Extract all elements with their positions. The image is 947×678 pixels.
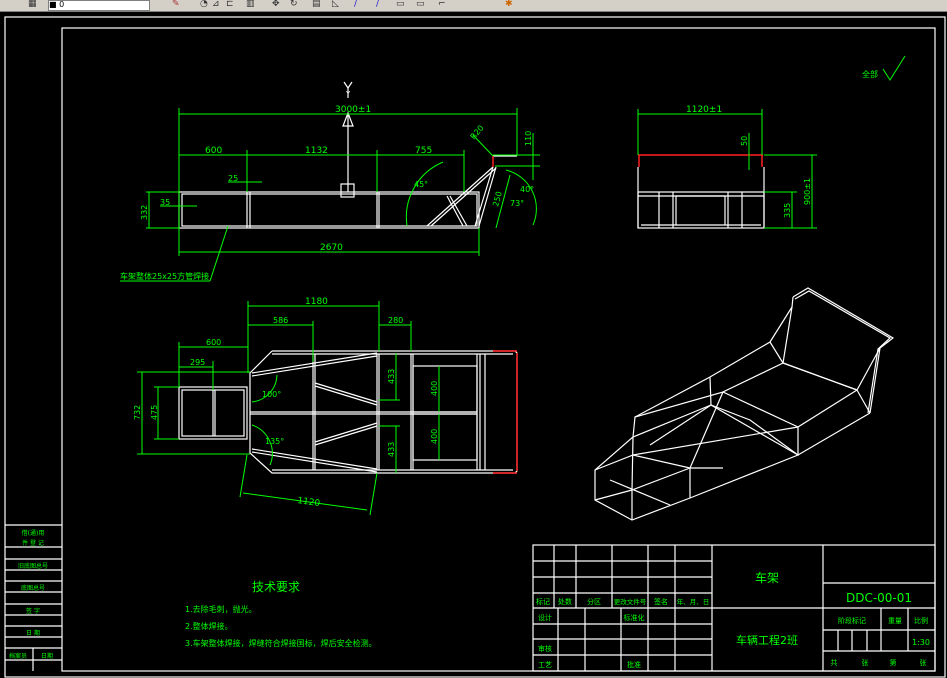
stamp-date: 日 期 (26, 629, 40, 637)
stamp-borrow: 借(通)用 (22, 529, 45, 537)
stamp-register: 件 登 记 (22, 539, 44, 547)
angle-45: 45° (414, 180, 428, 189)
stamp-sign: 签 字 (26, 607, 40, 615)
side-view: Y 3000±1 600 1132 755 25 35 332 2670 45°… (120, 81, 540, 282)
col-date: 年、月、日 (677, 597, 710, 606)
dim-1120-plan: 1120 (297, 496, 321, 509)
tube-note: 车架整体25x25方管焊接 (120, 271, 209, 281)
angle-100: 100° (262, 390, 281, 399)
dim-732: 732 (133, 405, 142, 420)
dim-433-top: 433 (387, 369, 396, 384)
dim-400-top: 400 (430, 381, 439, 396)
drawing-number: DDC-00-01 (846, 591, 912, 605)
dim-600-plan: 600 (206, 338, 221, 347)
dim-335: 335 (783, 203, 792, 218)
dim-400-bottom: 400 (430, 429, 439, 444)
label-sheets-2: 张 (920, 658, 927, 667)
dim-600: 600 (205, 146, 222, 156)
angle-73: 73° (510, 199, 524, 208)
dim-295: 295 (190, 358, 205, 367)
dim-1120: 1120±1 (686, 105, 722, 115)
dim-433-bottom: 433 (387, 442, 396, 457)
dim-height: 332 (140, 205, 149, 220)
tech-requirements: 技术要求 1.去除毛刺，抛光。 2.整体焊接。 3.车架整体焊接，焊缝符合焊接国… (185, 580, 377, 648)
dim-2670: 2670 (320, 243, 343, 253)
drawing-canvas[interactable]: Y 3000±1 600 1132 755 25 35 332 2670 45°… (0, 0, 947, 678)
plan-view: 1180 586 280 600 295 732 475 433 400 400… (133, 297, 518, 516)
end-view: 1120±1 50 900±1 335 (637, 105, 817, 229)
col-count: 处数 (558, 597, 572, 606)
title-block: 标记 处数 分区 更改文件号 签名 年、月、日 设计 标准化 审核 工艺 批准 … (532, 544, 936, 672)
dim-280: 280 (388, 316, 403, 325)
label-design: 设计 (538, 613, 552, 622)
surface-finish-symbol (882, 55, 906, 81)
outer-frame (4, 16, 946, 678)
stamp-base: 底图总号 (21, 584, 45, 592)
angle-135: 135° (265, 437, 284, 446)
label-approve: 批准 (627, 660, 641, 669)
axis-y-label: Y (345, 90, 351, 98)
col-zone: 分区 (587, 597, 601, 606)
label-sheets: 张 (862, 658, 869, 667)
dim-1132: 1132 (305, 146, 328, 156)
stamp-archivist: 档案员 (9, 652, 27, 660)
label-weight: 重量 (888, 617, 902, 625)
angle-40: 40° (520, 185, 534, 194)
col-signature: 签名 (654, 597, 668, 606)
tech-item-1: 1.去除毛刺，抛光。 (185, 604, 257, 614)
dim-r20: R20 (469, 123, 486, 141)
label-page: 第 (890, 658, 897, 667)
scale-value: 1:30 (912, 638, 930, 647)
inner-frame (61, 27, 936, 672)
dim-25: 25 (228, 174, 238, 183)
label-review: 审核 (538, 644, 552, 653)
label-standardization: 标准化 (624, 613, 645, 622)
dim-900: 900±1 (803, 178, 812, 205)
label-stage: 阶段标记 (838, 616, 866, 625)
dim-110: 110 (524, 131, 533, 146)
tech-title: 技术要求 (252, 580, 300, 594)
left-stamp: 借(通)用 件 登 记 旧底图总号 底图总号 签 字 日 期 档案员 日期 (5, 524, 62, 671)
col-mark: 标记 (536, 597, 550, 606)
surface-finish-note: 全部 (862, 69, 878, 79)
stamp-old-base: 旧底图总号 (18, 562, 48, 570)
part-name: 车架 (755, 570, 779, 585)
dim-1180: 1180 (305, 297, 328, 307)
isometric-view (594, 287, 895, 521)
label-process: 工艺 (538, 661, 552, 669)
dim-overall: 3000±1 (335, 105, 371, 115)
label-total: 共 (831, 658, 838, 667)
dim-586: 586 (273, 316, 288, 325)
dim-755: 755 (415, 146, 432, 156)
dim-35: 35 (160, 198, 170, 207)
label-scale: 比例 (914, 616, 928, 625)
organization: 车辆工程2班 (736, 633, 798, 647)
tech-item-2: 2.整体焊接。 (185, 621, 233, 631)
dim-475: 475 (150, 405, 159, 420)
stamp-date2: 日期 (41, 652, 53, 660)
tech-item-3: 3.车架整体焊接，焊缝符合焊接国标，焊后安全检测。 (185, 638, 377, 648)
dim-50: 50 (740, 136, 749, 146)
col-change-doc: 更改文件号 (614, 597, 647, 606)
